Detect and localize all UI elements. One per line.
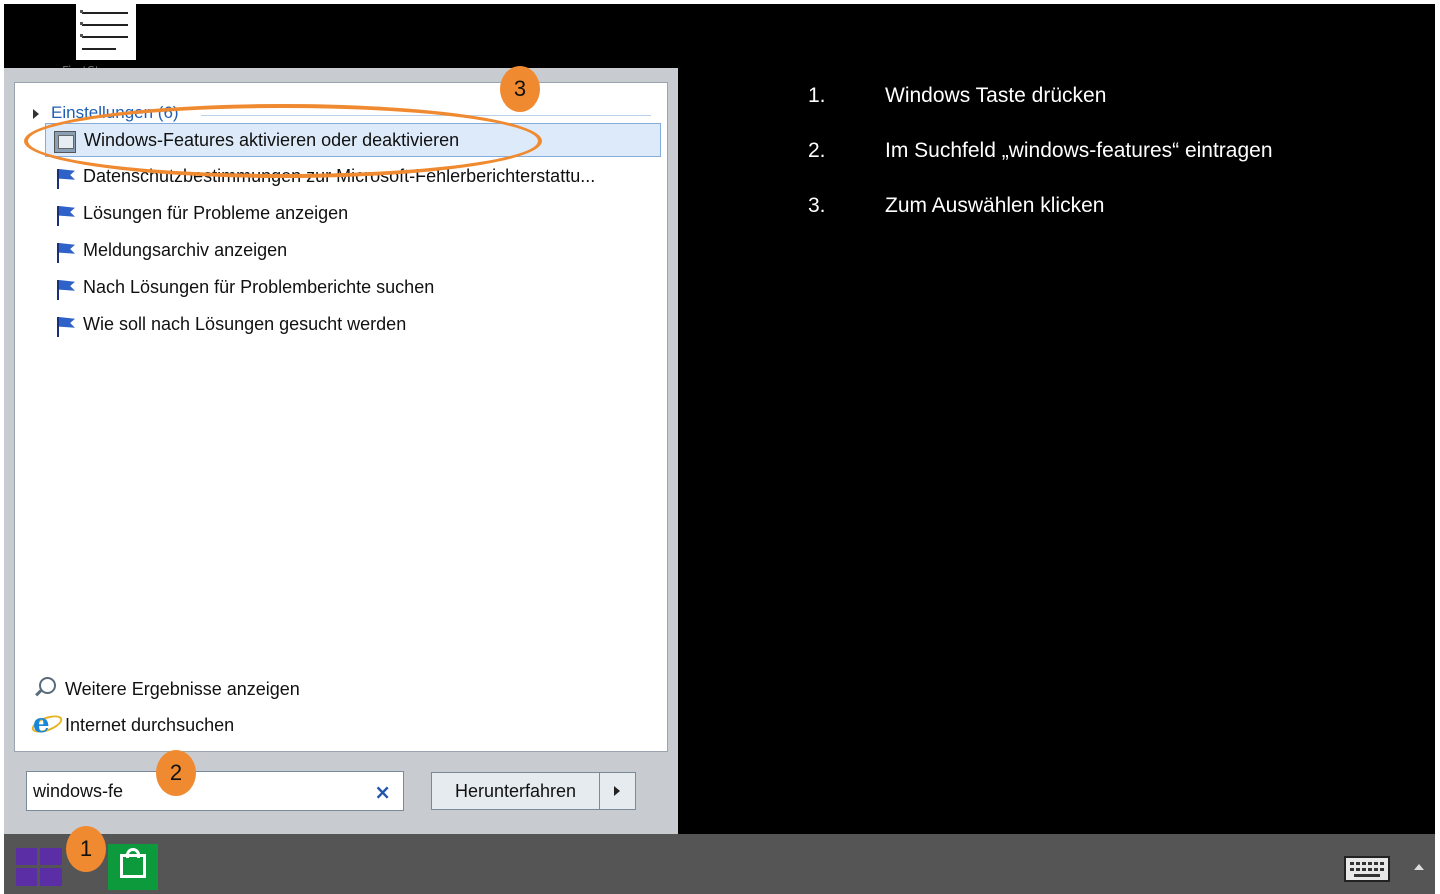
search-box[interactable]: × [26, 771, 404, 811]
show-hidden-icons-arrow[interactable] [1414, 864, 1424, 870]
taskbar [4, 834, 1435, 894]
result-check-solutions[interactable]: Nach Lösungen für Problemberichte suchen [45, 271, 661, 305]
document-dot [80, 10, 83, 13]
frame-border-top [0, 0, 1440, 4]
result-report-archive[interactable]: Meldungsarchiv anzeigen [45, 234, 661, 268]
firststeps-desktop-icon[interactable] [76, 4, 136, 60]
flag-icon [53, 167, 75, 189]
document-line [82, 36, 128, 38]
step-badge-3: 3 [500, 66, 540, 112]
store-icon[interactable] [108, 844, 158, 890]
shutdown-options-arrow-icon[interactable] [599, 772, 636, 810]
document-dot [80, 34, 83, 37]
result-label: Nach Lösungen für Problemberichte suchen [83, 277, 435, 297]
keyboard-icon[interactable] [1344, 856, 1390, 882]
flag-icon [53, 241, 75, 263]
logo-tile [40, 868, 62, 886]
flag-icon [53, 278, 75, 300]
result-label: Lösungen für Probleme anzeigen [83, 203, 349, 223]
store-bag [120, 854, 146, 878]
document-line [82, 48, 116, 50]
more-results-link[interactable]: Weitere Ergebnisse anzeigen [31, 675, 331, 705]
expand-arrow-icon [33, 109, 39, 119]
instruction-number: 2. [808, 139, 826, 162]
document-line [82, 24, 128, 26]
instruction-number: 1. [808, 84, 826, 107]
start-menu: Einstellungen (6) Windows-Features aktiv… [4, 68, 678, 834]
result-view-solutions[interactable]: Lösungen für Probleme anzeigen [45, 197, 661, 231]
flag-icon [53, 204, 75, 226]
search-input[interactable] [33, 778, 363, 804]
windows-logo-icon[interactable] [16, 848, 62, 886]
instruction-number: 3. [808, 194, 826, 217]
logo-tile [16, 868, 37, 886]
result-label: Meldungsarchiv anzeigen [83, 240, 288, 260]
instruction-text: Zum Auswählen klicken [885, 194, 1105, 217]
flag-icon [53, 315, 75, 337]
frame-border-right [1435, 0, 1440, 894]
step-badge-2: 2 [156, 750, 196, 796]
document-dot [80, 22, 83, 25]
logo-tile [16, 848, 37, 865]
instruction-text: Windows Taste drücken [885, 84, 1107, 107]
document-line [82, 12, 128, 14]
shutdown-control: Herunterfahren [431, 772, 636, 810]
logo-tile [40, 848, 62, 865]
internet-search-link[interactable]: e Internet durchsuchen [29, 709, 331, 741]
clear-search-icon[interactable]: × [374, 780, 391, 804]
internet-search-label: Internet durchsuchen [65, 715, 235, 735]
highlight-ellipse [24, 104, 542, 178]
instruction-text: Im Suchfeld „windows-features“ eintragen [885, 139, 1273, 162]
step-badge-1: 1 [66, 826, 106, 872]
result-label: Wie soll nach Lösungen gesucht werden [83, 314, 407, 334]
search-results-panel: Einstellungen (6) Windows-Features aktiv… [14, 82, 668, 752]
more-results-label: Weitere Ergebnisse anzeigen [65, 679, 300, 699]
shutdown-button[interactable]: Herunterfahren [431, 772, 600, 810]
result-solution-settings[interactable]: Wie soll nach Lösungen gesucht werden [45, 308, 661, 342]
